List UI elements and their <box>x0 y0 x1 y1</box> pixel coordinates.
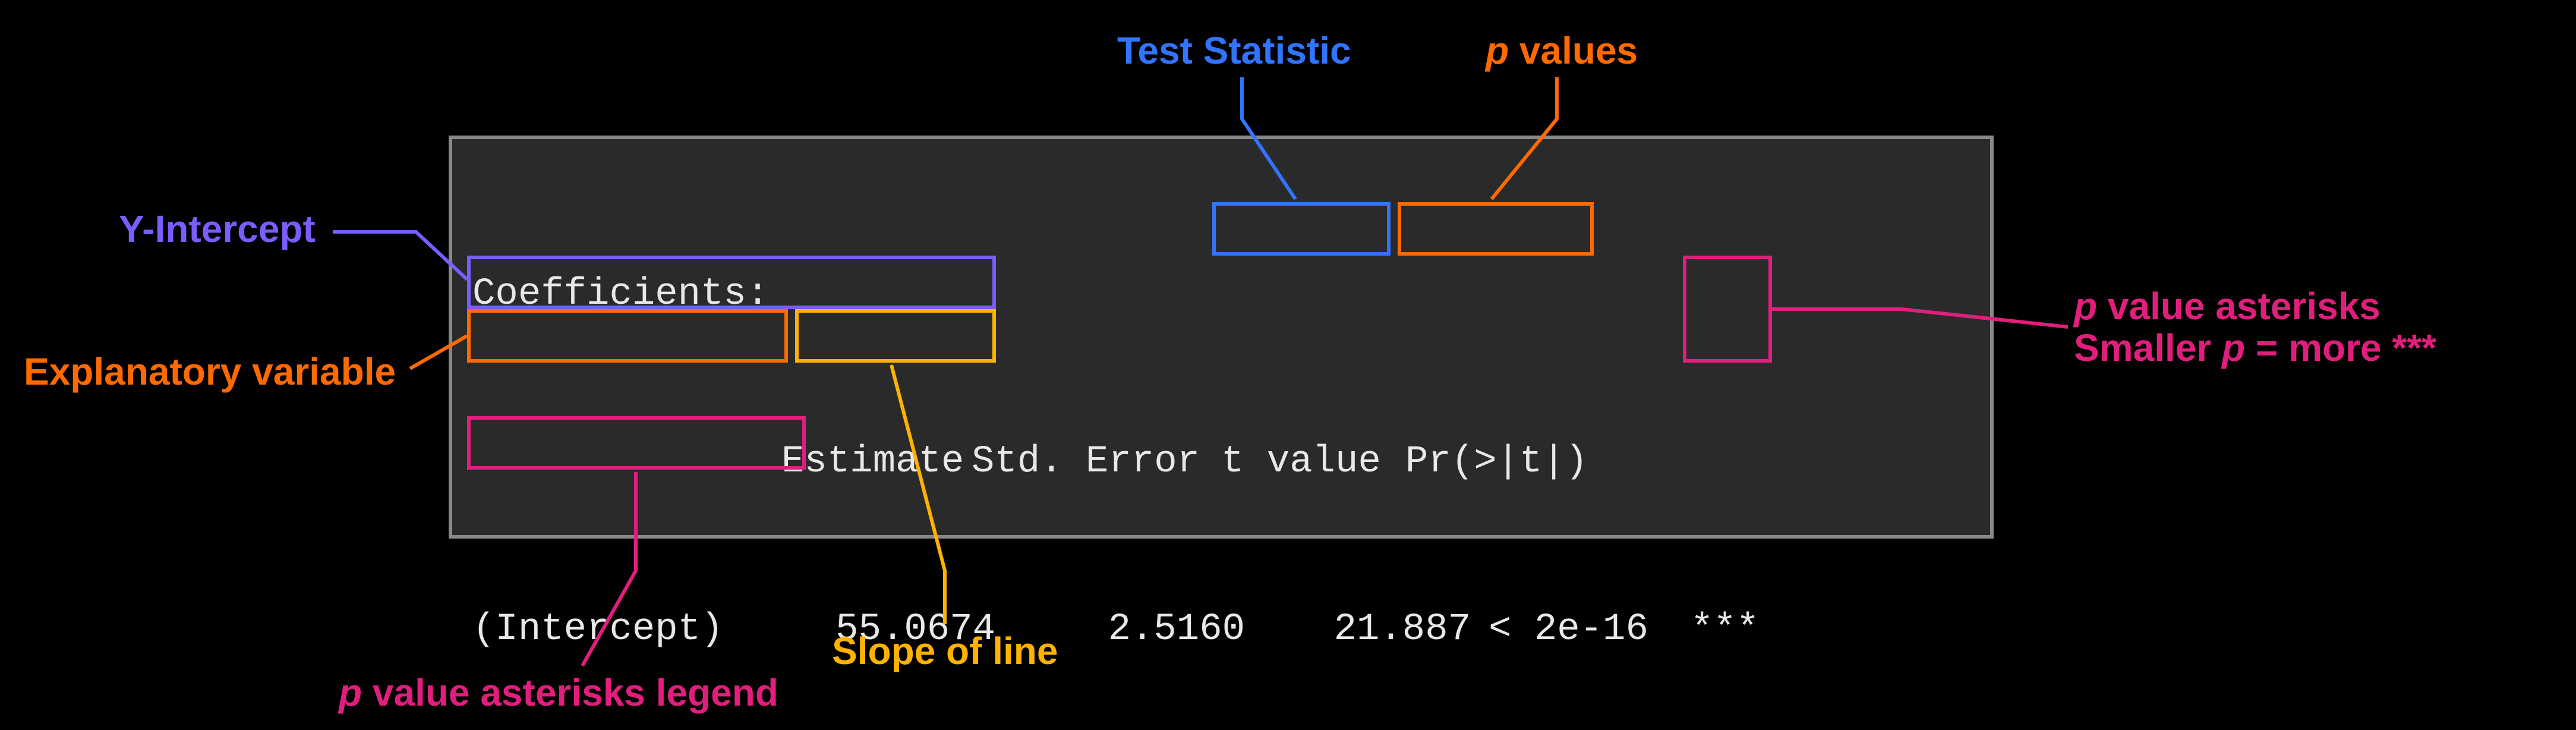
panel-title-row: Coefficients: <box>472 268 1970 321</box>
label-significance-asterisks: p value asterisks Smaller p = more *** <box>2074 285 2436 369</box>
label-p-values: p values <box>1486 30 1638 71</box>
col-header-pvalue: Pr(>|t|) <box>1405 435 1588 489</box>
label-p-values-text: values <box>1509 29 1638 72</box>
label-signif-legend-text: value asterisks legend <box>362 671 778 714</box>
col-header-tvalue: t value <box>1221 435 1381 489</box>
label-sig-l1-p: p <box>2074 285 2097 328</box>
cell-intercept-name: (Intercept) <box>472 603 723 656</box>
label-explanatory-variable: Explanatory variable <box>24 351 396 392</box>
panel-row-intercept: (Intercept) 55.0674 2.5160 21.887 < 2e-1… <box>472 603 1970 656</box>
col-header-estimate: Estimate <box>781 435 964 489</box>
diagram-stage: Coefficients: Estimate Std. Error t valu… <box>0 0 2576 730</box>
label-signif-legend-p: p <box>339 671 362 714</box>
label-signif-legend: p value asterisks legend <box>339 672 778 713</box>
cell-intercept-tvalue: 21.887 <box>1304 603 1471 656</box>
label-sig-line1: p value asterisks <box>2074 285 2436 327</box>
panel-header-row: Estimate Std. Error t value Pr(>|t|) <box>472 435 1970 489</box>
leader-y-intercept <box>333 232 467 279</box>
cell-intercept-sig: *** <box>1691 603 1759 656</box>
label-sig-l2-pre: Smaller <box>2074 326 2222 369</box>
col-header-stderr: Std. Error <box>972 435 1200 489</box>
cell-intercept-stderr: 2.5160 <box>1079 603 1245 656</box>
label-sig-l1-text: value asterisks <box>2097 285 2380 328</box>
r-output-panel: Coefficients: Estimate Std. Error t valu… <box>449 136 1994 539</box>
label-slope: Slope of line <box>832 630 1058 672</box>
label-sig-l2-p: p <box>2222 326 2245 369</box>
panel-title: Coefficients: <box>472 268 769 321</box>
label-sig-l2-post: = more *** <box>2245 326 2436 369</box>
cell-intercept-pvalue: < 2e-16 <box>1489 603 1679 656</box>
label-y-intercept: Y-Intercept <box>119 208 316 250</box>
label-p-values-p: p <box>1486 29 1509 72</box>
label-sig-line2: Smaller p = more *** <box>2074 327 2436 369</box>
label-test-statistic: Test Statistic <box>1117 30 1351 71</box>
